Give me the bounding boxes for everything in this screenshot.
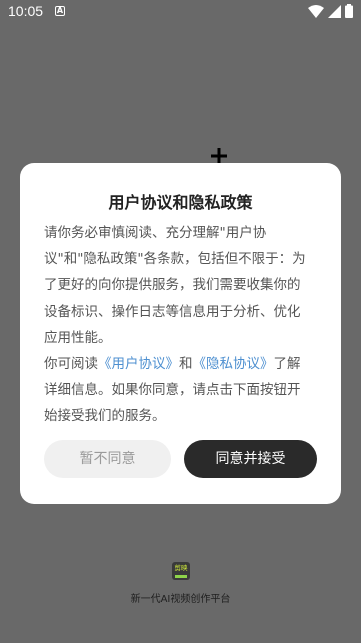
system-icons [308,4,353,18]
app-tagline: 新一代AI视频创作平台 [130,594,231,605]
body-text: 你可阅读 [44,356,98,373]
body-line: 详细信息。如果你同意，请点击下面按钮开 [44,382,301,399]
wifi-icon [308,4,324,18]
status-bar: 10:05 A [0,0,361,24]
privacy-dialog: 用户协议和隐私政策 请你务必审慎阅读、充分理解"用户协 议"和"隐私政策"各条款… [20,163,341,504]
user-agreement-link[interactable]: 《用户协议》 [98,356,179,372]
disagree-button[interactable]: 暂不同意 [44,440,171,478]
agree-button[interactable]: 同意并接受 [184,440,317,478]
app-logo-text: 剪映 [174,564,188,572]
body-line: 设备标识、操作日志等信息用于分析、优化 [44,303,301,320]
body-line: 请你务必审慎阅读、充分理解"用户协 [44,225,267,241]
body-line: 议"和"隐私政策"各条款，包括但不限于：为 [44,251,306,268]
body-line: 应用性能。 [44,329,112,346]
consent-paragraph: 请你务必审慎阅读、充分理解"用户协 议"和"隐私政策"各条款，包括但不限于：为 … [44,220,320,351]
dialog-title: 用户协议和隐私政策 [108,193,253,212]
notification-icon: A [55,6,65,16]
links-paragraph: 你可阅读《用户协议》和《隐私协议》了解 详细信息。如果你同意，请点击下面按钮开 … [44,351,320,430]
sparkle-icon [211,148,227,164]
body-line: 始接受我们的服务。 [44,408,166,425]
status-time: 10:05 [8,3,44,19]
body-text: 和 [179,356,193,373]
dialog-body: 请你务必审慎阅读、充分理解"用户协 议"和"隐私政策"各条款，包括但不限于：为 … [44,220,320,430]
body-line: 了更好的向你提供服务，我们需要收集你的 [44,277,301,294]
privacy-agreement-link[interactable]: 《隐私协议》 [193,356,274,372]
body-text: 了解 [273,356,301,373]
app-logo: 剪映 [172,562,190,580]
signal-icon [328,4,341,18]
battery-icon [345,4,353,18]
